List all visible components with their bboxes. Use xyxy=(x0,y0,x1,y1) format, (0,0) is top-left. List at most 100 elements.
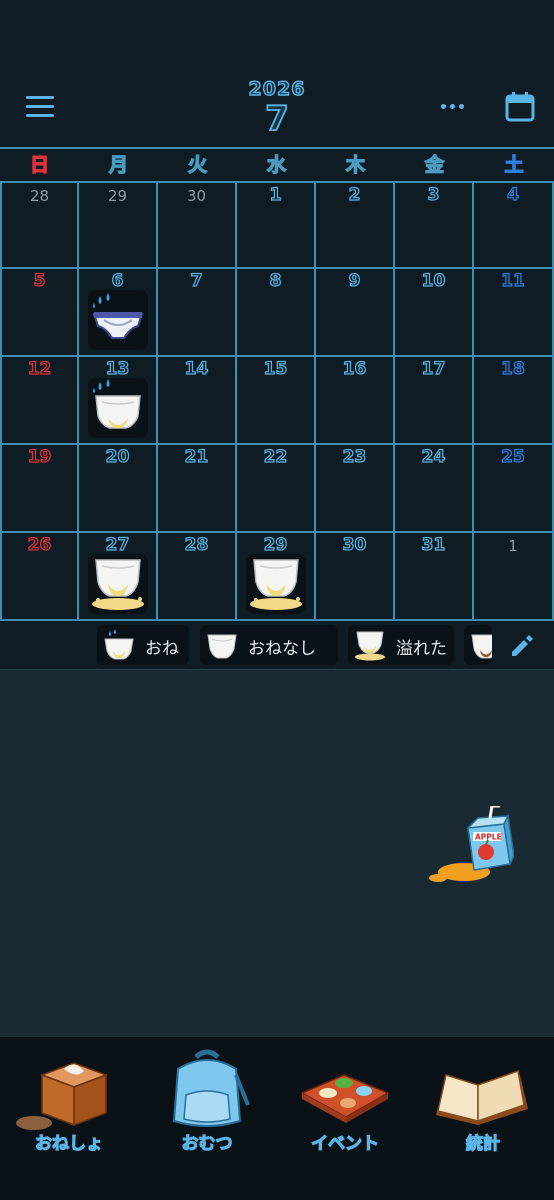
day-cell[interactable]: 2 xyxy=(316,181,395,269)
day-cell[interactable]: 21 xyxy=(158,445,237,533)
day-cell[interactable]: 14 xyxy=(158,357,237,445)
day-cell[interactable]: 15 xyxy=(237,357,316,445)
day-number: 3 xyxy=(427,184,440,205)
day-cell[interactable]: 30 xyxy=(158,181,237,269)
day-number: 23 xyxy=(342,446,367,467)
weekday-sat: 土 xyxy=(504,153,524,176)
day-cell[interactable]: 12 xyxy=(0,357,79,445)
day-number: 22 xyxy=(263,446,288,467)
day-number: 25 xyxy=(501,446,526,467)
day-number: 26 xyxy=(27,534,52,555)
year-label: 2026 xyxy=(248,77,306,100)
day-cell[interactable]: 3 xyxy=(395,181,474,269)
day-number: 18 xyxy=(501,358,526,379)
tab-label: 統計 xyxy=(465,1133,500,1154)
calendar-icon[interactable] xyxy=(504,90,536,122)
day-cell[interactable]: 26 xyxy=(0,533,79,621)
day-cell[interactable]: 29 xyxy=(237,533,316,621)
day-cell[interactable]: 4 xyxy=(474,181,554,269)
weekday-mon: 月 xyxy=(108,153,128,176)
day-number: 21 xyxy=(184,446,209,467)
legend-chip-partial[interactable] xyxy=(464,625,492,665)
legend-chip-dry[interactable]: おねなし xyxy=(200,625,338,665)
day-cell[interactable]: 28 xyxy=(158,533,237,621)
day-cell[interactable]: 16 xyxy=(316,357,395,445)
day-cell[interactable]: 27 xyxy=(79,533,158,621)
app-header: 2026 7 xyxy=(0,0,554,147)
spilled-box-icon xyxy=(16,1062,109,1130)
legend-label: 溢れた xyxy=(396,639,447,659)
day-cell[interactable]: 18 xyxy=(474,357,554,445)
day-number: 24 xyxy=(421,446,446,467)
day-cell[interactable]: 20 xyxy=(79,445,158,533)
day-number: 4 xyxy=(506,184,519,205)
tab-diapers[interactable]: おむつ xyxy=(138,1037,276,1200)
day-number: 29 xyxy=(107,187,128,205)
legend-chip-overflow[interactable]: 溢れた xyxy=(348,625,454,665)
day-number: 31 xyxy=(421,534,446,555)
weekday-sun: 日 xyxy=(29,153,49,176)
tab-label: イベント xyxy=(310,1133,379,1154)
tab-label: おねしょ xyxy=(34,1133,103,1154)
tab-label: おむつ xyxy=(181,1133,233,1154)
day-cell[interactable]: 1 xyxy=(237,181,316,269)
day-number: 15 xyxy=(263,358,288,379)
day-cell[interactable]: 6 xyxy=(79,269,158,357)
tab-statistics[interactable]: 統計 xyxy=(414,1037,552,1200)
day-number: 29 xyxy=(263,534,288,555)
stamp-legend: おね おねなし 溢れた xyxy=(0,621,554,670)
day-number: 30 xyxy=(342,534,367,555)
day-cell[interactable]: 30 xyxy=(316,533,395,621)
weekday-thu: 木 xyxy=(345,153,365,176)
diaper-icon xyxy=(471,634,492,659)
day-cell[interactable]: 29 xyxy=(79,181,158,269)
day-cell[interactable]: 9 xyxy=(316,269,395,357)
month-label[interactable]: 7 xyxy=(0,98,554,140)
day-cell[interactable]: 7 xyxy=(158,269,237,357)
day-number: 8 xyxy=(269,270,282,291)
weekday-wed: 水 xyxy=(266,153,286,176)
tab-events[interactable]: イベント xyxy=(276,1037,414,1200)
bottom-tab-bar: おねしょ おむつ イベント 統計 xyxy=(0,1037,554,1200)
weekday-tue: 火 xyxy=(187,153,207,176)
day-number: 27 xyxy=(105,534,130,555)
more-horizontal-icon[interactable] xyxy=(441,104,465,112)
day-number: 6 xyxy=(111,270,124,291)
day-number: 2 xyxy=(348,184,361,205)
calendar-grid: 28 29 30 1 2 3 4 5 6 7 8 9 10 11 12 13 1… xyxy=(0,181,554,621)
day-cell[interactable]: 24 xyxy=(395,445,474,533)
pencil-icon[interactable] xyxy=(508,632,536,660)
day-cell[interactable]: 28 xyxy=(0,181,79,269)
spilled-apple-juice-icon: APPLE xyxy=(429,806,514,882)
wet-diaper-icon xyxy=(88,378,148,438)
day-cell[interactable]: 11 xyxy=(474,269,554,357)
day-cell[interactable]: 1 xyxy=(474,533,554,621)
day-number: 5 xyxy=(33,270,46,291)
day-cell[interactable]: 17 xyxy=(395,357,474,445)
day-cell[interactable]: 23 xyxy=(316,445,395,533)
day-number: 16 xyxy=(342,358,367,379)
day-number: 10 xyxy=(421,270,446,291)
day-number: 20 xyxy=(105,446,130,467)
day-number: 28 xyxy=(184,534,209,555)
day-cell[interactable]: 31 xyxy=(395,533,474,621)
dry-diaper-icon xyxy=(207,634,237,659)
day-number: 7 xyxy=(190,270,203,291)
legend-chip-wet[interactable]: おね xyxy=(97,625,189,665)
day-cell[interactable]: 10 xyxy=(395,269,474,357)
day-cell[interactable]: 13 xyxy=(79,357,158,445)
day-number: 1 xyxy=(508,537,518,555)
day-cell[interactable]: 25 xyxy=(474,445,554,533)
weekday-header: 日 月 火 水 木 金 土 xyxy=(0,147,554,181)
day-cell[interactable]: 5 xyxy=(0,269,79,357)
day-cell[interactable]: 22 xyxy=(237,445,316,533)
day-number: 11 xyxy=(501,270,526,291)
day-number: 9 xyxy=(348,270,361,291)
tab-bedwetting[interactable]: おねしょ xyxy=(0,1037,138,1200)
legend-label: おねなし xyxy=(248,639,316,659)
day-number: 19 xyxy=(27,446,52,467)
day-cell[interactable]: 8 xyxy=(237,269,316,357)
day-cell[interactable]: 19 xyxy=(0,445,79,533)
day-number: 13 xyxy=(105,358,130,379)
day-number: 17 xyxy=(421,358,446,379)
